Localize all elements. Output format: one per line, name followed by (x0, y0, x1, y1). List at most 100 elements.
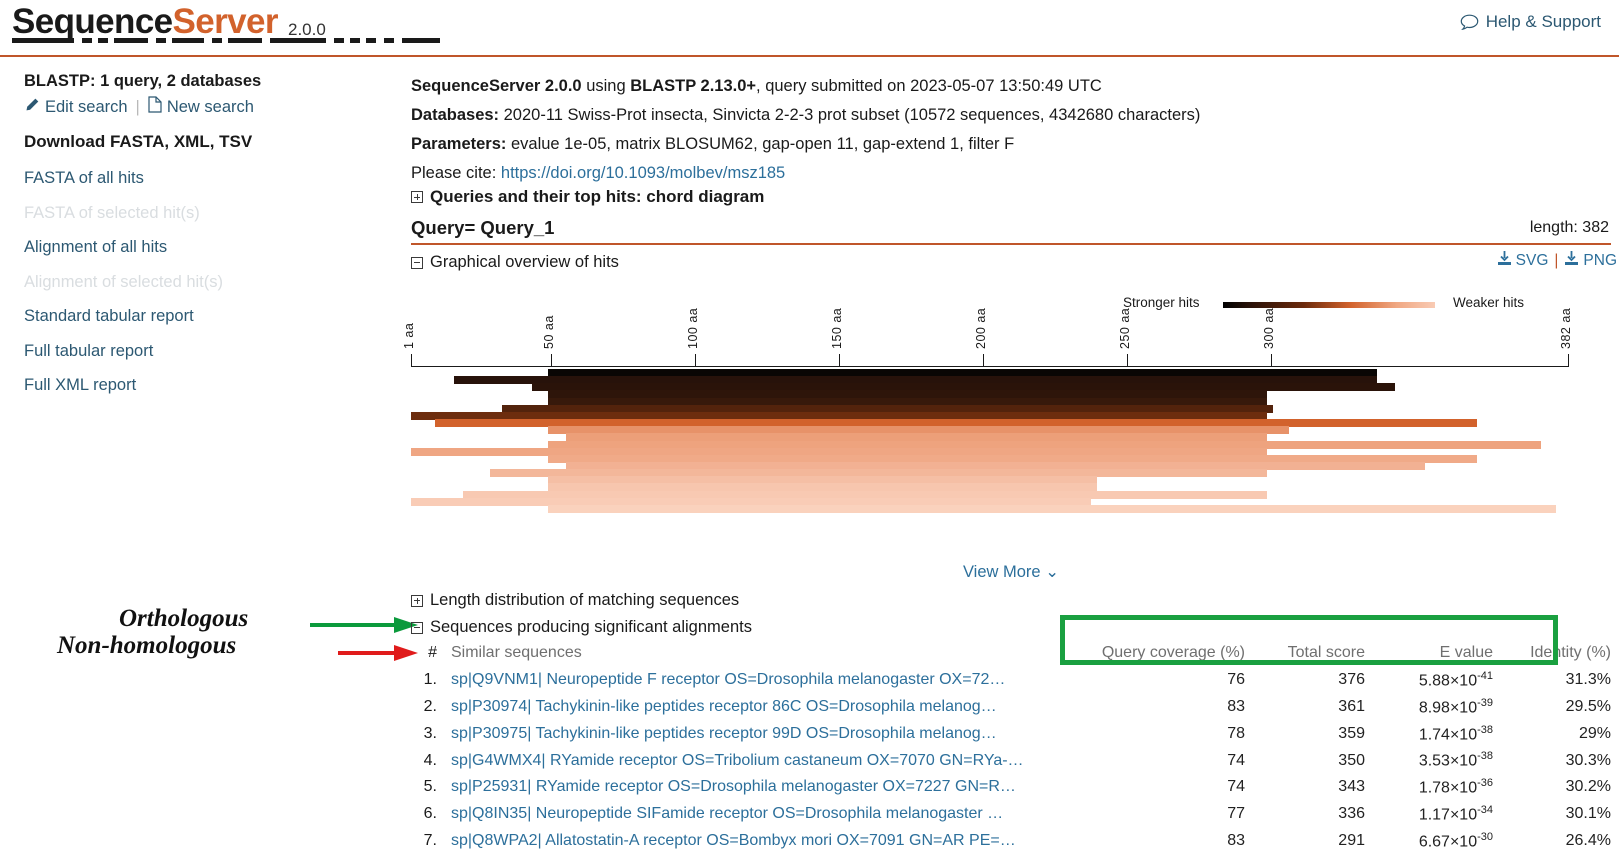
table-row[interactable]: 7. sp|Q8WPA2| Allatostatin-A receptor OS=… (411, 828, 1611, 854)
row-query-coverage: 76 (1227, 671, 1245, 689)
hits-graphical-overview[interactable]: 1 aa 50 aa 100 aa 150 aa 200 aa 250 aa 3… (402, 277, 1611, 562)
row-e-value: 1.74×10-38 (1365, 724, 1493, 744)
download-png-button[interactable]: PNG (1564, 251, 1617, 271)
row-e-value: 5.88×10-41 (1365, 670, 1493, 690)
row-sequence-link[interactable]: sp|Q9VNM1| Neuropeptide F receptor OS=Dr… (437, 671, 1077, 689)
ruler-tick-100aa: 100 aa (686, 307, 700, 349)
row-sequence-link[interactable]: sp|P25931| RYamide receptor OS=Drosophil… (437, 778, 1077, 796)
run-metadata: SequenceServer 2.0.0 using BLASTP 2.13.0… (411, 75, 1611, 191)
sidebar-item-standard-tabular-report[interactable]: Standard tabular report (24, 299, 384, 334)
row-e-value: 1.78×10-36 (1365, 777, 1493, 797)
main-content: SequenceServer 2.0.0 using BLASTP 2.13.0… (402, 57, 1619, 854)
row-index: 2. (423, 697, 437, 715)
app-logo[interactable]: SequenceServer (12, 2, 279, 42)
row-identity: 29% (1578, 724, 1611, 742)
row-e-value: 3.53×10-38 (1365, 750, 1493, 770)
row-total-score: 376 (1338, 671, 1365, 689)
e-value-mantissa: 3.53×10 (1418, 752, 1478, 770)
search-actions: Edit search | New search (24, 96, 254, 118)
sidebar-item-full-tabular-report[interactable]: Full tabular report (24, 334, 384, 369)
meta-cite-label: Please cite: (411, 164, 501, 182)
row-sequence-link[interactable]: sp|Q8WPA2| Allatostatin-A receptor OS=Bo… (437, 832, 1077, 850)
row-sequence-link[interactable]: sp|G4WMX4| RYamide receptor OS=Tribolium… (437, 752, 1077, 770)
graphical-overview-label: Graphical overview of hits (430, 253, 619, 271)
row-identity: 30.1% (1565, 805, 1611, 823)
sidebar-item-fasta-all-hits[interactable]: FASTA of all hits (24, 161, 384, 196)
significant-alignments-toggle[interactable]: Sequences producing significant alignmen… (411, 618, 752, 637)
row-query-coverage: 74 (1227, 751, 1245, 769)
column-header-total-score: Total score (1287, 644, 1365, 662)
amino-acid-ruler: 1 aa 50 aa 100 aa 150 aa 200 aa 250 aa 3… (402, 277, 1611, 367)
column-header-query-coverage: Query coverage (%) (1101, 644, 1245, 662)
sidebar-item-full-xml-report[interactable]: Full XML report (24, 368, 384, 403)
e-value-mantissa: 6.67×10 (1418, 833, 1478, 851)
query-length: length: 382 (1529, 219, 1609, 236)
annotation-arrow-green (310, 617, 418, 633)
chord-diagram-section-toggle[interactable]: Queries and their top hits: chord diagra… (411, 187, 764, 207)
download-links-list: FASTA of all hits FASTA of selected hit(… (24, 161, 384, 403)
row-query-coverage: 77 (1227, 805, 1245, 823)
legend-gradient-bar (1223, 302, 1435, 308)
row-query-coverage: 74 (1227, 778, 1245, 796)
help-and-support-link[interactable]: Help & Support (1460, 12, 1601, 32)
e-value-exponent: -36 (1477, 777, 1493, 790)
e-value-exponent: -34 (1477, 804, 1493, 817)
row-e-value: 1.17×10-34 (1365, 804, 1493, 824)
meta-server-version: SequenceServer 2.0.0 (411, 77, 582, 95)
edit-search-link[interactable]: Edit search (24, 97, 128, 118)
meta-line-parameters: Parameters: evalue 1e-05, matrix BLOSUM6… (411, 133, 1611, 155)
hsp-bars-container[interactable] (411, 369, 1611, 514)
table-row[interactable]: 2. sp|P30974| Tachykinin-like peptides re… (411, 694, 1611, 721)
table-row[interactable]: 1. sp|Q9VNM1| Neuropeptide F receptor OS=… (411, 667, 1611, 694)
meta-using: using (581, 77, 631, 95)
graphical-overview-toggle[interactable]: Graphical overview of hits (411, 253, 619, 272)
row-index: 1. (423, 671, 437, 689)
row-e-value: 8.98×10-39 (1365, 697, 1493, 717)
length-distribution-toggle[interactable]: Length distribution of matching sequence… (411, 591, 739, 610)
meta-parameters-label: Parameters: (411, 135, 507, 153)
table-row[interactable]: 3. sp|P30975| Tachykinin-like peptides re… (411, 720, 1611, 747)
length-distribution-label: Length distribution of matching sequence… (430, 591, 740, 609)
row-identity: 31.3% (1565, 671, 1611, 689)
row-sequence-link[interactable]: sp|P30974| Tachykinin-like peptides rece… (437, 698, 1077, 716)
ruler-axis-line (411, 366, 1569, 367)
new-search-link[interactable]: New search (148, 96, 254, 118)
annotation-non-homologous-label: Non-homologous (57, 632, 237, 659)
row-index: 6. (423, 805, 437, 823)
meta-line-cite: Please cite: https://doi.org/10.1093/mol… (411, 162, 1611, 184)
hits-table: # Similar sequences Query coverage (%) T… (411, 640, 1611, 854)
plus-icon (411, 191, 423, 203)
e-value-exponent: -30 (1477, 830, 1493, 843)
logo-text-server: Server (172, 2, 279, 41)
row-sequence-link[interactable]: sp|P30975| Tachykinin-like peptides rece… (437, 725, 1077, 743)
table-header-row: # Similar sequences Query coverage (%) T… (411, 640, 1611, 667)
app-header: SequenceServer 2.0.0 Help & Support (0, 0, 1619, 57)
meta-line-version: SequenceServer 2.0.0 using BLASTP 2.13.0… (411, 75, 1611, 97)
table-row[interactable]: 6. sp|Q8IN35| Neuropeptide SIFamide recep… (411, 801, 1611, 828)
table-row[interactable]: 5. sp|P25931| RYamide receptor OS=Drosoph… (411, 774, 1611, 801)
column-header-index: # (428, 644, 437, 662)
e-value-exponent: -41 (1477, 670, 1493, 683)
e-value-exponent: -38 (1477, 750, 1493, 763)
column-header-similar-sequences: Similar sequences (451, 644, 582, 662)
row-total-score: 343 (1338, 778, 1365, 796)
row-query-coverage: 78 (1227, 724, 1245, 742)
e-value-mantissa: 1.74×10 (1418, 725, 1478, 743)
row-e-value: 6.67×10-30 (1365, 831, 1493, 851)
view-more-button[interactable]: View More ⌄ (411, 562, 1611, 582)
row-total-score: 336 (1338, 805, 1365, 823)
download-svg-button[interactable]: SVG (1497, 251, 1548, 271)
table-body: 1. sp|Q9VNM1| Neuropeptide F receptor OS=… (411, 667, 1611, 854)
e-value-mantissa: 8.98×10 (1418, 699, 1478, 717)
e-value-mantissa: 5.88×10 (1418, 672, 1478, 690)
ruler-tick-150aa: 150 aa (830, 307, 844, 349)
sidebar-item-alignment-all-hits[interactable]: Alignment of all hits (24, 230, 384, 265)
table-row[interactable]: 4. sp|G4WMX4| RYamide receptor OS=Triboli… (411, 747, 1611, 774)
citation-doi-link[interactable]: https://doi.org/10.1093/molbev/msz185 (501, 164, 785, 182)
row-identity: 29.5% (1565, 697, 1611, 715)
row-sequence-link[interactable]: sp|Q8IN35| Neuropeptide SIFamide recepto… (437, 805, 1077, 823)
document-icon (148, 96, 162, 118)
app-version: 2.0.0 (288, 20, 326, 39)
hsp-bar[interactable] (547, 504, 1556, 513)
meta-line-databases: Databases: 2020-11 Swiss-Prot insecta, S… (411, 104, 1611, 126)
